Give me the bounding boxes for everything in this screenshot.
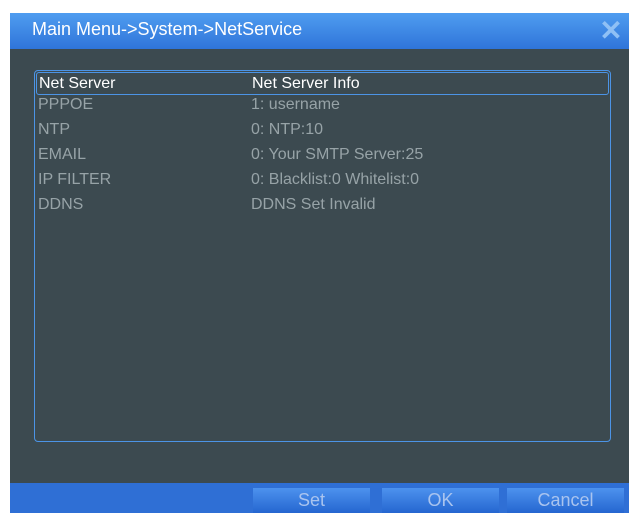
net-server-name: DDNS (38, 196, 84, 213)
column-header-net-server-info: Net Server Info (252, 75, 360, 92)
list-header: Net Server Net Server Info (36, 72, 609, 95)
list-item-email[interactable]: EMAIL 0: Your SMTP Server:25 (36, 146, 609, 168)
net-server-info: 0: Blacklist:0 Whitelist:0 (251, 171, 420, 188)
net-server-info: 1: username (251, 96, 340, 113)
set-button[interactable]: Set (253, 488, 370, 513)
net-server-info: DDNS Set Invalid (251, 196, 376, 213)
list-item-ntp[interactable]: NTP 0: NTP:10 (36, 121, 609, 143)
cancel-button[interactable]: Cancel (507, 488, 624, 513)
netservice-dialog: Main Menu->System->NetService ✕ Net Serv… (10, 13, 629, 513)
close-icon[interactable]: ✕ (597, 17, 625, 45)
net-server-name: NTP (38, 121, 70, 138)
list-item-pppoe[interactable]: PPPOE 1: username (36, 96, 609, 118)
ok-button[interactable]: OK (382, 488, 499, 513)
net-server-list[interactable]: Net Server Net Server Info PPPOE 1: user… (34, 70, 611, 442)
net-server-info: 0: NTP:10 (251, 121, 324, 138)
net-server-name: EMAIL (38, 146, 87, 163)
window-title: Main Menu->System->NetService (32, 19, 303, 39)
net-server-name: PPPOE (38, 96, 94, 113)
list-item-ddns[interactable]: DDNS DDNS Set Invalid (36, 196, 609, 218)
title-bar: Main Menu->System->NetService ✕ (10, 13, 629, 49)
column-header-net-server: Net Server (39, 75, 116, 92)
net-server-info: 0: Your SMTP Server:25 (251, 146, 424, 163)
list-item-ip-filter[interactable]: IP FILTER 0: Blacklist:0 Whitelist:0 (36, 171, 609, 193)
net-server-name: IP FILTER (38, 171, 112, 188)
